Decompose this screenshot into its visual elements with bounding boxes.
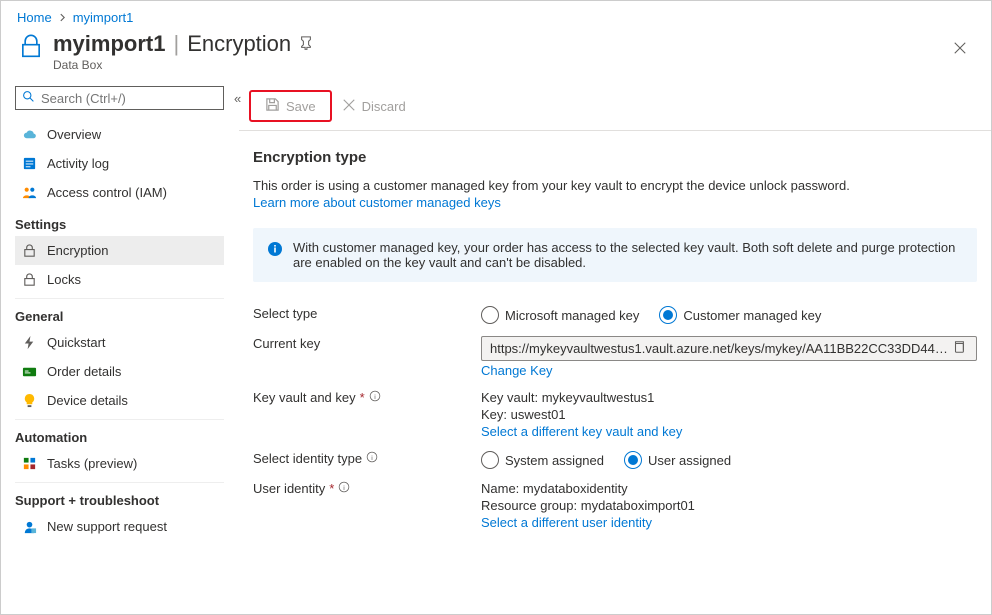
iam-icon <box>21 185 37 200</box>
save-icon <box>265 97 280 115</box>
learn-more-link[interactable]: Learn more about customer managed keys <box>253 195 501 210</box>
nav-label: Order details <box>47 364 121 379</box>
label-user-identity: User identity * i <box>253 481 481 496</box>
section-description: This order is using a customer managed k… <box>253 178 977 193</box>
label-current-key: Current key <box>253 336 481 351</box>
identity-rg: Resource group: mydataboximport01 <box>481 498 977 513</box>
breadcrumb: Home myimport1 <box>1 1 991 27</box>
radio-system-assigned-label: System assigned <box>505 453 604 468</box>
radio-microsoft-managed-label: Microsoft managed key <box>505 308 639 323</box>
required-asterisk: * <box>360 390 365 405</box>
label-select-identity: Select identity type i <box>253 451 481 466</box>
search-input[interactable] <box>41 91 217 106</box>
change-key-link[interactable]: Change Key <box>481 363 553 378</box>
copy-button[interactable] <box>948 340 970 357</box>
radio-customer-managed-label: Customer managed key <box>683 308 821 323</box>
lock-icon <box>21 272 37 287</box>
bulb-icon <box>21 393 37 408</box>
pin-icon[interactable] <box>299 36 313 53</box>
select-different-keyvault-link[interactable]: Select a different key vault and key <box>481 424 682 439</box>
nav-locks[interactable]: Locks <box>15 265 224 294</box>
key-vault-name: Key vault: mykeyvaultwestus1 <box>481 390 977 405</box>
discard-button[interactable]: Discard <box>332 95 416 118</box>
info-hint-icon[interactable]: i <box>369 390 381 405</box>
nav-section-support-troubleshoot: Support + troubleshoot <box>15 482 224 512</box>
label-select-type: Select type <box>253 306 481 321</box>
title-separator: | <box>173 31 179 57</box>
support-icon <box>21 519 37 534</box>
cloud-icon <box>21 127 37 142</box>
nav-label: Device details <box>47 393 128 408</box>
search-box[interactable] <box>15 86 224 110</box>
save-button[interactable]: Save <box>255 94 326 118</box>
close-icon <box>342 98 356 115</box>
page-title-blade: Encryption <box>187 31 291 57</box>
nav-section-automation: Automation <box>15 419 224 449</box>
svg-text:i: i <box>374 394 376 401</box>
nav-quickstart[interactable]: Quickstart <box>15 328 224 357</box>
oc-icon <box>21 364 37 379</box>
nav-label: Tasks (preview) <box>47 456 137 471</box>
sidebar: « OverviewActivity logAccess control (IA… <box>1 82 239 614</box>
nav-label: Activity log <box>47 156 109 171</box>
info-icon <box>267 241 283 260</box>
identity-name: Name: mydataboxidentity <box>481 481 977 496</box>
chevron-right-icon <box>58 10 67 25</box>
radio-customer-managed[interactable]: Customer managed key <box>659 306 821 324</box>
toolbar: Save Discard <box>239 82 991 131</box>
nav-iam[interactable]: Access control (IAM) <box>15 178 224 207</box>
info-banner: With customer managed key, your order ha… <box>253 228 977 282</box>
svg-text:i: i <box>371 455 373 462</box>
lock-icon <box>17 33 45 64</box>
nav-section-settings: Settings <box>15 207 224 236</box>
search-icon <box>22 90 35 106</box>
nav-label: Quickstart <box>47 335 106 350</box>
nav-label: Overview <box>47 127 101 142</box>
breadcrumb-resource[interactable]: myimport1 <box>73 10 134 25</box>
info-hint-icon[interactable]: i <box>366 451 378 466</box>
nav-activitylog[interactable]: Activity log <box>15 149 224 178</box>
info-hint-icon[interactable]: i <box>338 481 350 496</box>
lock-icon <box>21 243 37 258</box>
discard-button-label: Discard <box>362 99 406 114</box>
nav-orderdetails[interactable]: Order details <box>15 357 224 386</box>
current-key-field: https://mykeyvaultwestus1.vault.azure.ne… <box>481 336 977 361</box>
radio-microsoft-managed[interactable]: Microsoft managed key <box>481 306 639 324</box>
nav-label: New support request <box>47 519 167 534</box>
select-different-identity-link[interactable]: Select a different user identity <box>481 515 652 530</box>
nav-tasks[interactable]: Tasks (preview) <box>15 449 224 478</box>
nav-encryption[interactable]: Encryption <box>15 236 224 265</box>
required-asterisk: * <box>329 481 334 496</box>
radio-user-assigned-label: User assigned <box>648 453 731 468</box>
radio-user-assigned[interactable]: User assigned <box>624 451 731 469</box>
svg-text:i: i <box>344 485 346 492</box>
nav-label: Access control (IAM) <box>47 185 167 200</box>
service-label: Data Box <box>53 58 313 72</box>
section-title: Encryption type <box>253 149 977 166</box>
nav-label: Encryption <box>47 243 108 258</box>
save-button-highlight: Save <box>249 90 332 122</box>
page-title-resource: myimport1 <box>53 31 165 57</box>
save-button-label: Save <box>286 99 316 114</box>
current-key-value: https://mykeyvaultwestus1.vault.azure.ne… <box>490 341 948 356</box>
blade-header: myimport1 | Encryption Data Box <box>1 27 991 82</box>
nav-section-general: General <box>15 298 224 328</box>
nav-label: Locks <box>47 272 81 287</box>
tasks-icon <box>21 456 37 471</box>
radio-system-assigned[interactable]: System assigned <box>481 451 604 469</box>
key-name: Key: uswest01 <box>481 407 977 422</box>
close-button[interactable] <box>945 37 975 64</box>
label-key-vault-key: Key vault and key * i <box>253 390 481 405</box>
breadcrumb-home[interactable]: Home <box>17 10 52 25</box>
bolt-icon <box>21 335 37 350</box>
info-banner-text: With customer managed key, your order ha… <box>293 240 963 270</box>
log-icon <box>21 156 37 171</box>
nav-support[interactable]: New support request <box>15 512 224 541</box>
nav-devicedetails[interactable]: Device details <box>15 386 224 415</box>
nav-overview[interactable]: Overview <box>15 120 224 149</box>
